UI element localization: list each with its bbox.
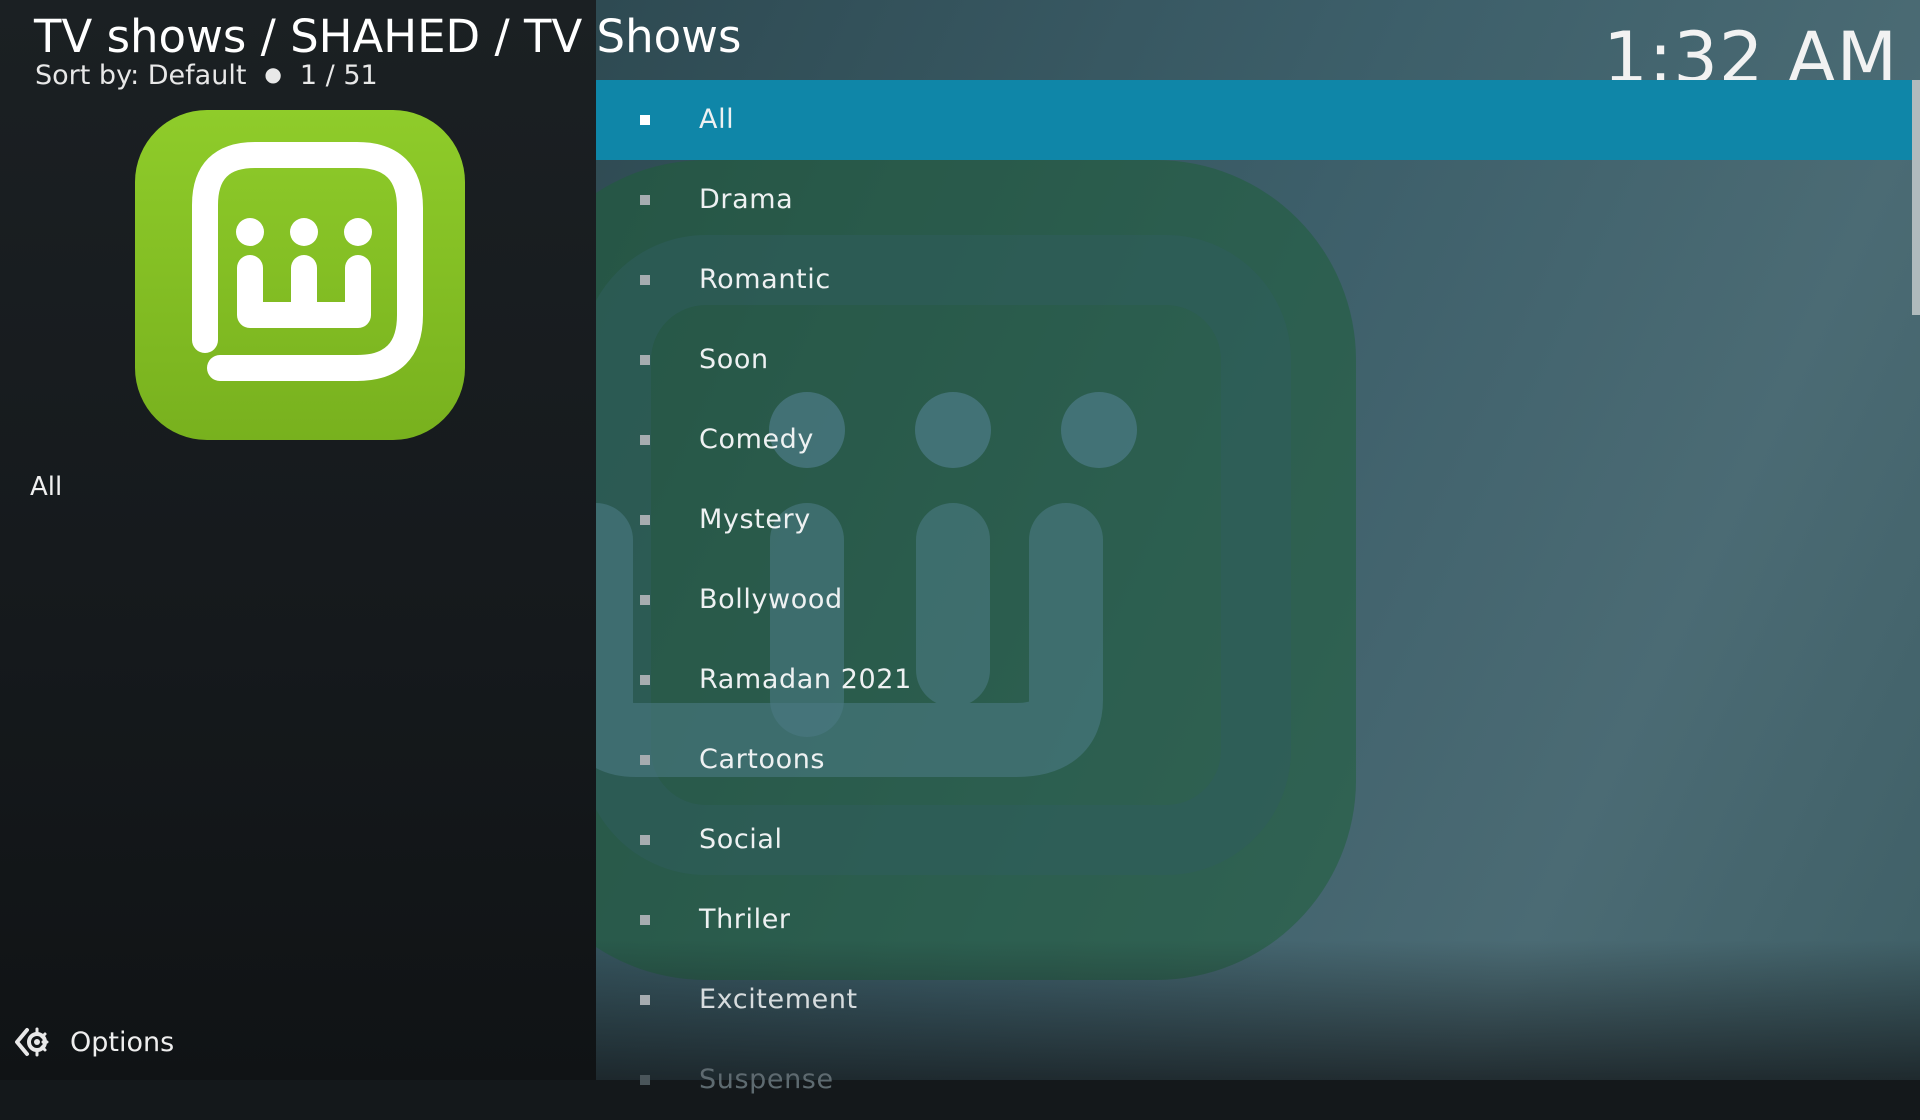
breadcrumb: TV shows / SHAHED / TV Shows [34, 10, 742, 63]
bullet-icon [640, 1075, 650, 1085]
bullet-icon [640, 595, 650, 605]
selected-item-title: All [30, 472, 63, 502]
list-item-label: Thriler [699, 904, 791, 935]
list-item-label: Suspense [699, 1064, 834, 1095]
list-item[interactable]: Bollywood [596, 560, 1912, 640]
options-gear-icon [15, 1027, 49, 1057]
list-item[interactable]: Suspense [596, 1040, 1912, 1120]
list-item[interactable]: Cartoons [596, 720, 1912, 800]
bullet-icon [640, 755, 650, 765]
list-scrollbar[interactable] [1912, 80, 1920, 315]
options-label: Options [70, 1026, 175, 1058]
list-item[interactable]: All [596, 80, 1912, 160]
list-item[interactable]: Drama [596, 160, 1912, 240]
list-item[interactable]: Mystery [596, 480, 1912, 560]
list-item-label: Ramadan 2021 [699, 664, 912, 695]
list-item[interactable]: Excitement [596, 960, 1912, 1040]
category-list[interactable]: All Drama Romantic Soon Comedy Mystery B… [596, 80, 1912, 1120]
options-button[interactable]: Options [14, 1022, 174, 1062]
list-item[interactable]: Soon [596, 320, 1912, 400]
bullet-icon [640, 995, 650, 1005]
separator-dot: ● [264, 62, 282, 86]
list-item[interactable]: Thriler [596, 880, 1912, 960]
bullet-icon [640, 115, 650, 125]
list-item-label: Social [699, 824, 783, 855]
bullet-icon [640, 435, 650, 445]
sort-info[interactable]: Sort by: Default ● 1 / 51 [35, 57, 378, 93]
bullet-icon [640, 275, 650, 285]
bullet-icon [640, 835, 650, 845]
list-item[interactable]: Comedy [596, 400, 1912, 480]
bullet-icon [640, 515, 650, 525]
list-item-label: Romantic [699, 264, 831, 295]
bullet-icon [640, 675, 650, 685]
list-item-label: Bollywood [699, 584, 843, 615]
list-item-label: Soon [699, 344, 769, 375]
shahid-logo [135, 110, 465, 440]
list-item-label: Comedy [699, 424, 815, 455]
bullet-icon [640, 915, 650, 925]
list-item[interactable]: Ramadan 2021 [596, 640, 1912, 720]
item-position: 1 / 51 [299, 60, 378, 91]
list-item-label: Mystery [699, 504, 811, 535]
sort-label: Sort by: Default [35, 60, 247, 91]
list-item-label: All [699, 104, 735, 135]
list-item[interactable]: Romantic [596, 240, 1912, 320]
list-item-label: Excitement [699, 984, 858, 1015]
list-item-label: Drama [699, 184, 794, 215]
bullet-icon [640, 355, 650, 365]
bullet-icon [640, 195, 650, 205]
list-item-label: Cartoons [699, 744, 826, 775]
list-item[interactable]: Social [596, 800, 1912, 880]
